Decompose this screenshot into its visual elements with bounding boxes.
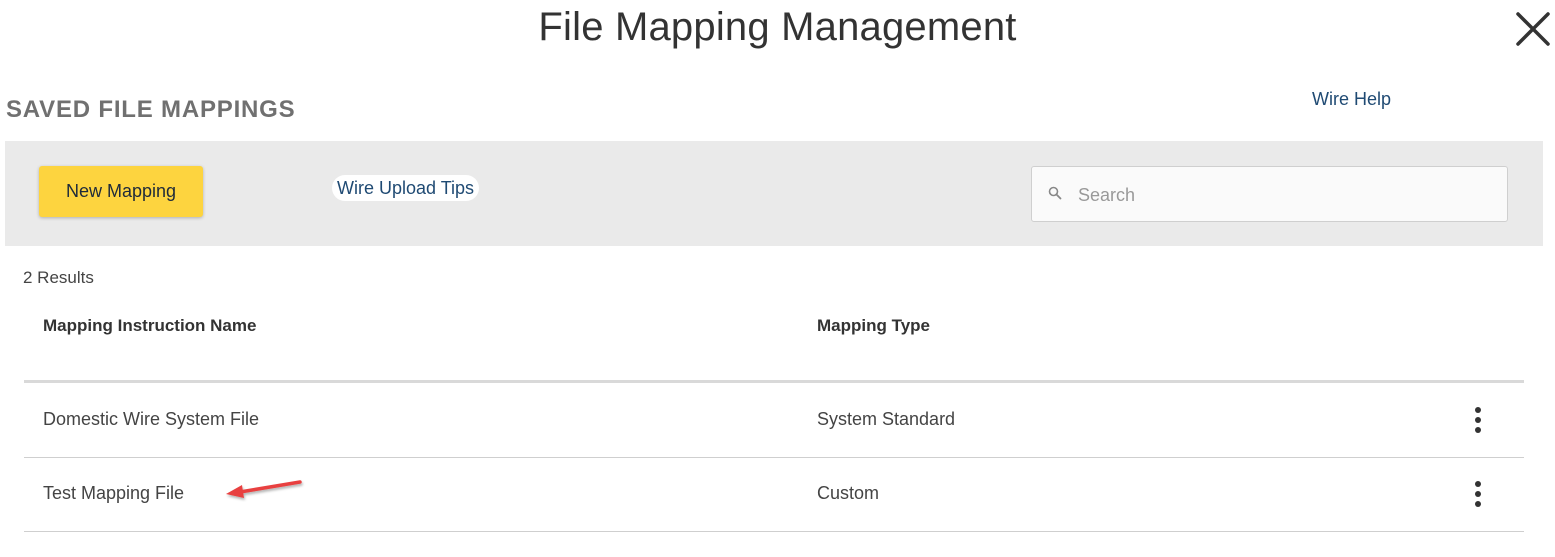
- page-title: File Mapping Management: [538, 5, 1017, 49]
- column-header-name: Mapping Instruction Name: [43, 316, 257, 335]
- mapping-name: Domestic Wire System File: [43, 409, 260, 429]
- close-button[interactable]: [1514, 10, 1552, 48]
- search-box: [1031, 166, 1508, 223]
- new-mapping-button[interactable]: New Mapping: [39, 166, 203, 217]
- more-vertical-icon[interactable]: [1468, 405, 1488, 435]
- mapping-type: System Standard: [817, 409, 956, 429]
- search-icon: [1048, 186, 1062, 200]
- annotation-arrow-icon: [226, 480, 302, 498]
- section-title: SAVED FILE MAPPINGS: [6, 96, 296, 123]
- column-header-type: Mapping Type: [817, 316, 931, 335]
- mapping-name: Test Mapping File: [43, 483, 185, 503]
- search-input[interactable]: [1076, 167, 1500, 223]
- results-count: 2 Results: [23, 268, 94, 287]
- mapping-type: Custom: [817, 483, 880, 503]
- toolbar: New Mapping Wire Upload Tips: [5, 141, 1543, 246]
- more-vertical-icon[interactable]: [1468, 479, 1488, 509]
- close-icon: [1516, 12, 1550, 46]
- table-row[interactable]: Domestic Wire System File System Standar…: [24, 383, 1524, 458]
- wire-help-link[interactable]: Wire Help: [1312, 89, 1391, 110]
- wire-upload-tips-link[interactable]: Wire Upload Tips: [332, 175, 480, 201]
